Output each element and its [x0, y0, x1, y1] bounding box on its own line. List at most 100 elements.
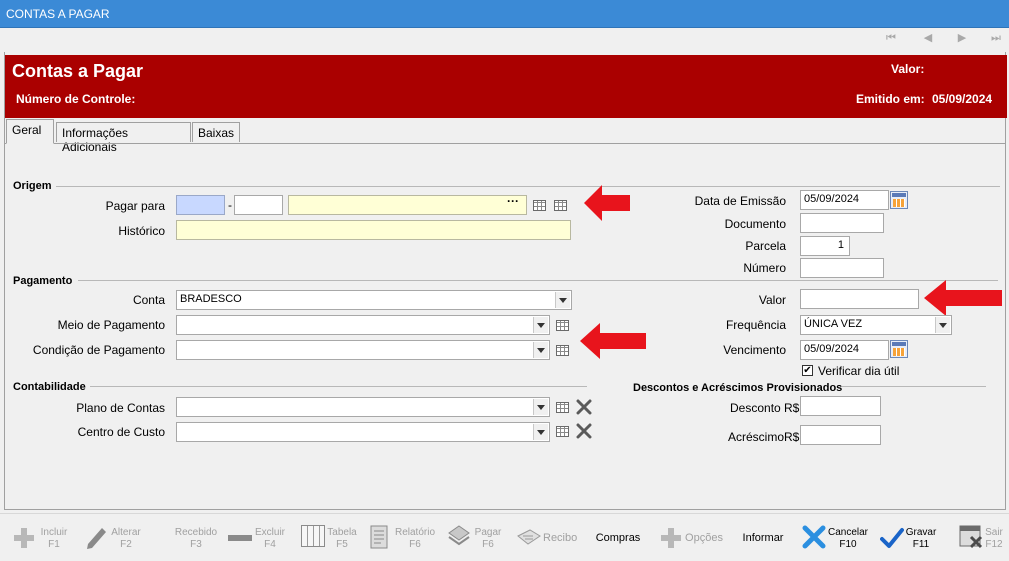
centro-custo-select[interactable]	[176, 422, 550, 442]
verificar-dia-util-label: Verificar dia útil	[818, 364, 900, 378]
informar-button[interactable]: Informar	[740, 532, 786, 544]
chevron-down-icon[interactable]	[935, 317, 950, 333]
tabela-key: F5	[336, 539, 348, 550]
valor-label: Valor	[758, 293, 786, 307]
origem-section-title: Origem	[13, 180, 52, 192]
acrescimo-label: Acréscimo	[728, 430, 785, 444]
sair-key: F12	[985, 539, 1003, 550]
calendar-icon[interactable]	[890, 340, 908, 358]
cancel-x-icon	[802, 525, 826, 549]
recebido-button[interactable]: Recebido F3	[172, 527, 220, 551]
table-lookup-icon[interactable]	[533, 200, 546, 211]
meio-pagamento-label: Meio de Pagamento	[57, 318, 165, 332]
frequencia-select[interactable]: ÚNICA VEZ	[800, 315, 952, 335]
frequencia-value: ÚNICA VEZ	[804, 318, 863, 330]
desconto-field[interactable]	[800, 396, 881, 416]
pencil-icon	[87, 528, 106, 549]
report-icon	[370, 525, 388, 549]
chevron-down-icon[interactable]	[533, 342, 548, 358]
form-header: Contas a Pagar Valor: Número de Controle…	[5, 55, 1007, 118]
calendar-icon[interactable]	[890, 191, 908, 209]
acrescimo-field[interactable]	[800, 425, 881, 445]
incluir-button[interactable]: Incluir F1	[36, 527, 72, 551]
valor-field[interactable]	[800, 289, 919, 309]
tab-geral[interactable]: Geral	[6, 119, 54, 144]
table-lookup-icon[interactable]	[556, 345, 569, 356]
cancelar-button[interactable]: Cancelar F10	[826, 527, 870, 551]
red-arrow-icon	[580, 323, 646, 359]
pagamento-section-title: Pagamento	[13, 275, 73, 287]
recebido-key: F3	[190, 539, 202, 550]
form-title: Contas a Pagar	[12, 61, 144, 81]
pay-icon	[448, 525, 470, 546]
red-arrow-icon	[924, 280, 1002, 316]
pagar-para-code-field[interactable]	[234, 195, 283, 215]
clear-x-icon[interactable]	[576, 423, 592, 439]
cancelar-label: Cancelar	[827, 527, 869, 538]
ellipsis-icon[interactable]: ···	[507, 194, 519, 208]
documento-field[interactable]	[800, 213, 884, 233]
clear-x-icon[interactable]	[576, 399, 592, 415]
pagar-para-name-field[interactable]	[288, 195, 527, 215]
alterar-button[interactable]: Alterar F2	[108, 527, 144, 551]
verificar-dia-util-checkbox[interactable]: ✔	[802, 365, 813, 376]
data-emissao-field[interactable]: 05/09/2024	[800, 190, 889, 210]
contabilidade-section-title: Contabilidade	[13, 381, 86, 393]
relatorio-key: F6	[409, 539, 421, 550]
excluir-button[interactable]: Excluir F4	[252, 527, 288, 551]
pagar-para-dash: -	[228, 198, 232, 212]
table-lookup-icon[interactable]	[556, 426, 569, 437]
chevron-down-icon[interactable]	[533, 317, 548, 333]
receipt-icon	[517, 529, 541, 545]
desconto-currency: R$	[784, 401, 800, 415]
historico-field[interactable]	[176, 220, 571, 240]
sair-button[interactable]: Sair F12	[983, 527, 1005, 551]
valor-header-label: Valor:	[891, 62, 925, 76]
conta-select[interactable]: BRADESCO	[176, 290, 572, 310]
conta-label: Conta	[132, 293, 165, 307]
opcoes-label: Opções	[685, 532, 723, 544]
compras-label: Compras	[595, 532, 641, 544]
pagar-button[interactable]: Pagar F6	[472, 527, 504, 551]
recibo-button[interactable]: Recibo	[543, 532, 577, 544]
vencimento-field[interactable]: 05/09/2024	[800, 340, 889, 360]
origem-rule	[56, 186, 1000, 187]
next-record-icon[interactable]: ▶	[955, 31, 969, 45]
numero-field[interactable]	[800, 258, 884, 278]
title-bar: CONTAS A PAGAR	[0, 0, 1009, 28]
table-lookup-icon[interactable]	[556, 402, 569, 413]
tabela-button[interactable]: Tabela F5	[326, 527, 358, 551]
chevron-down-icon[interactable]	[555, 292, 570, 308]
alterar-label: Alterar	[111, 527, 141, 538]
gravar-key: F11	[912, 539, 930, 550]
tab-informacoes-adicionais[interactable]: Informações Adicionais	[56, 122, 191, 154]
tab-baixas[interactable]: Baixas	[192, 122, 240, 142]
compras-button[interactable]: Compras	[595, 532, 641, 544]
descontos-section-title: Descontos e Acréscimos Provisionados	[633, 382, 843, 394]
chevron-down-icon[interactable]	[533, 399, 548, 415]
contabilidade-rule	[90, 386, 587, 387]
plano-contas-select[interactable]	[176, 397, 550, 417]
pagar-label: Pagar	[474, 527, 502, 538]
condicao-pagamento-select[interactable]	[176, 340, 550, 360]
last-record-icon[interactable]: ⏭	[989, 31, 1003, 45]
excluir-label: Excluir	[254, 527, 285, 538]
gravar-label: Gravar	[905, 527, 937, 538]
first-record-icon[interactable]: ⏮	[884, 31, 898, 45]
historico-label: Histórico	[118, 224, 165, 238]
informar-label: Informar	[742, 532, 784, 544]
table-lookup-icon-2[interactable]	[554, 200, 567, 211]
previous-record-icon[interactable]: ◀	[921, 31, 935, 45]
table-lookup-icon[interactable]	[556, 320, 569, 331]
pagar-para-type-field[interactable]	[176, 195, 225, 215]
opcoes-button[interactable]: Opções	[685, 532, 723, 544]
numero-label: Número	[743, 261, 786, 275]
meio-pagamento-select[interactable]	[176, 315, 550, 335]
gravar-button[interactable]: Gravar F11	[903, 527, 939, 551]
sair-label: Sair	[985, 527, 1003, 538]
relatorio-button[interactable]: Relatório F6	[394, 527, 436, 551]
plus-icon	[661, 528, 681, 548]
chevron-down-icon[interactable]	[533, 424, 548, 440]
exit-icon	[959, 525, 983, 549]
parcela-field[interactable]: 1	[800, 236, 850, 256]
